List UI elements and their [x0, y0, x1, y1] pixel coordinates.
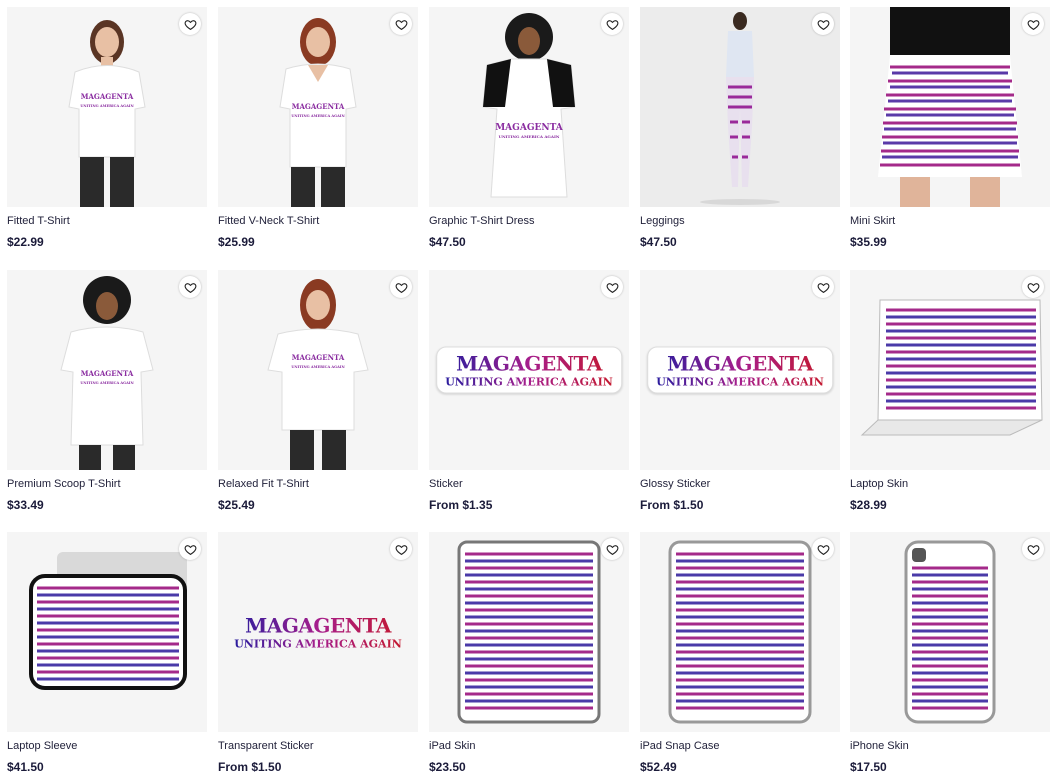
product-image[interactable]: MAGAGENTA UNITING AMERICA AGAIN [7, 7, 207, 207]
design-title: MAGAGENTA [445, 352, 613, 376]
product-card[interactable]: MAGAGENTA UNITING AMERICA AGAIN Transpar… [218, 532, 418, 774]
product-image[interactable]: MAGAGENTA UNITING AMERICA AGAIN [218, 270, 418, 470]
product-name[interactable]: Leggings [640, 215, 840, 228]
product-price: $47.50 [429, 235, 466, 249]
product-card[interactable]: iPad Snap Case $52.49 [640, 532, 840, 774]
svg-text:MAGAGENTA: MAGAGENTA [495, 123, 564, 133]
design-title: MAGAGENTA [234, 614, 402, 638]
product-price: From $1.35 [429, 498, 493, 512]
favorite-heart-icon[interactable] [179, 276, 201, 298]
product-image[interactable] [429, 532, 629, 732]
product-price: $25.99 [218, 235, 255, 249]
favorite-heart-icon[interactable] [601, 276, 623, 298]
product-name[interactable]: Fitted V-Neck T-Shirt [218, 215, 418, 228]
product-name[interactable]: Graphic T-Shirt Dress [429, 215, 629, 228]
product-name[interactable]: Premium Scoop T-Shirt [7, 478, 207, 491]
product-name[interactable]: Laptop Skin [850, 478, 1050, 491]
product-name[interactable]: Transparent Sticker [218, 740, 418, 753]
product-card[interactable]: MAGAGENTA UNITING AMERICA AGAIN Sticker … [429, 270, 629, 512]
favorite-heart-icon[interactable] [1022, 538, 1044, 560]
design-tagline: UNITING AMERICA AGAIN [234, 637, 402, 651]
product-name[interactable]: Mini Skirt [850, 215, 1050, 228]
favorite-heart-icon[interactable] [812, 276, 834, 298]
svg-text:UNITING AMERICA AGAIN: UNITING AMERICA AGAIN [499, 134, 560, 139]
product-name[interactable]: iPad Skin [429, 740, 629, 753]
product-image[interactable]: MAGAGENTA UNITING AMERICA AGAIN [218, 7, 418, 207]
product-image[interactable] [7, 532, 207, 732]
product-card[interactable]: iPhone Skin $17.50 [850, 532, 1050, 774]
svg-text:UNITING AMERICA AGAIN: UNITING AMERICA AGAIN [80, 104, 134, 108]
favorite-heart-icon[interactable] [601, 13, 623, 35]
product-image[interactable]: MAGAGENTA UNITING AMERICA AGAIN [7, 270, 207, 470]
product-image[interactable] [850, 532, 1050, 732]
svg-text:MAGAGENTA: MAGAGENTA [292, 353, 345, 362]
favorite-heart-icon[interactable] [390, 538, 412, 560]
design-tagline: UNITING AMERICA AGAIN [656, 375, 824, 389]
favorite-heart-icon[interactable] [1022, 13, 1044, 35]
product-price: $52.49 [640, 760, 677, 774]
product-price: $35.99 [850, 235, 887, 249]
product-image[interactable] [850, 7, 1050, 207]
product-card[interactable]: Laptop Sleeve $41.50 [7, 532, 207, 774]
favorite-heart-icon[interactable] [179, 13, 201, 35]
product-name[interactable]: iPhone Skin [850, 740, 1050, 753]
product-name[interactable]: iPad Snap Case [640, 740, 840, 753]
product-price: $23.50 [429, 760, 466, 774]
svg-text:UNITING AMERICA AGAIN: UNITING AMERICA AGAIN [80, 381, 134, 385]
product-card[interactable]: Mini Skirt $35.99 [850, 7, 1050, 249]
svg-text:UNITING AMERICA AGAIN: UNITING AMERICA AGAIN [291, 365, 345, 369]
product-image[interactable]: MAGAGENTA UNITING AMERICA AGAIN [640, 270, 840, 470]
svg-text:MAGAGENTA: MAGAGENTA [81, 369, 134, 378]
design-tagline: UNITING AMERICA AGAIN [445, 375, 613, 389]
product-card[interactable]: MAGAGENTA UNITING AMERICA AGAIN Relaxed … [218, 270, 418, 512]
product-image[interactable] [640, 532, 840, 732]
design-title: MAGAGENTA [656, 352, 824, 376]
product-price: From $1.50 [218, 760, 282, 774]
favorite-heart-icon[interactable] [601, 538, 623, 560]
svg-text:UNITING AMERICA AGAIN: UNITING AMERICA AGAIN [291, 114, 345, 118]
product-image[interactable] [640, 7, 840, 207]
product-card[interactable]: MAGAGENTA UNITING AMERICA AGAIN Fitted V… [218, 7, 418, 249]
product-card[interactable]: MAGAGENTA UNITING AMERICA AGAIN Premium … [7, 270, 207, 512]
product-price: $25.49 [218, 498, 255, 512]
product-name[interactable]: Glossy Sticker [640, 478, 840, 491]
product-name[interactable]: Laptop Sleeve [7, 740, 207, 753]
product-card[interactable]: MAGAGENTA UNITING AMERICA AGAIN Glossy S… [640, 270, 840, 512]
product-card[interactable]: MAGAGENTA UNITING AMERICA AGAIN Fitted T… [7, 7, 207, 249]
product-name[interactable]: Sticker [429, 478, 629, 491]
sticker-design: MAGAGENTA UNITING AMERICA AGAIN [226, 610, 410, 655]
product-price: $22.99 [7, 235, 44, 249]
product-card[interactable]: Leggings $47.50 [640, 7, 840, 249]
favorite-heart-icon[interactable] [812, 13, 834, 35]
product-image[interactable]: MAGAGENTA UNITING AMERICA AGAIN [218, 532, 418, 732]
product-price: $17.50 [850, 760, 887, 774]
sticker-design: MAGAGENTA UNITING AMERICA AGAIN [436, 346, 622, 394]
product-name[interactable]: Fitted T-Shirt [7, 215, 207, 228]
product-price: $41.50 [7, 760, 44, 774]
product-image[interactable]: MAGAGENTA UNITING AMERICA AGAIN [429, 270, 629, 470]
svg-text:MAGAGENTA: MAGAGENTA [81, 92, 134, 101]
product-image[interactable] [850, 270, 1050, 470]
product-price: $33.49 [7, 498, 44, 512]
product-price: $28.99 [850, 498, 887, 512]
product-grid: MAGAGENTA UNITING AMERICA AGAIN Fitted T… [0, 0, 1059, 780]
product-price: From $1.50 [640, 498, 704, 512]
favorite-heart-icon[interactable] [390, 276, 412, 298]
favorite-heart-icon[interactable] [812, 538, 834, 560]
product-image[interactable]: MAGAGENTA UNITING AMERICA AGAIN [429, 7, 629, 207]
favorite-heart-icon[interactable] [1022, 276, 1044, 298]
sticker-design: MAGAGENTA UNITING AMERICA AGAIN [647, 346, 833, 394]
product-card[interactable]: Laptop Skin $28.99 [850, 270, 1050, 512]
favorite-heart-icon[interactable] [179, 538, 201, 560]
product-price: $47.50 [640, 235, 677, 249]
product-card[interactable]: MAGAGENTA UNITING AMERICA AGAIN Graphic … [429, 7, 629, 249]
product-card[interactable]: iPad Skin $23.50 [429, 532, 629, 774]
product-name[interactable]: Relaxed Fit T-Shirt [218, 478, 418, 491]
favorite-heart-icon[interactable] [390, 13, 412, 35]
svg-text:MAGAGENTA: MAGAGENTA [292, 102, 345, 111]
